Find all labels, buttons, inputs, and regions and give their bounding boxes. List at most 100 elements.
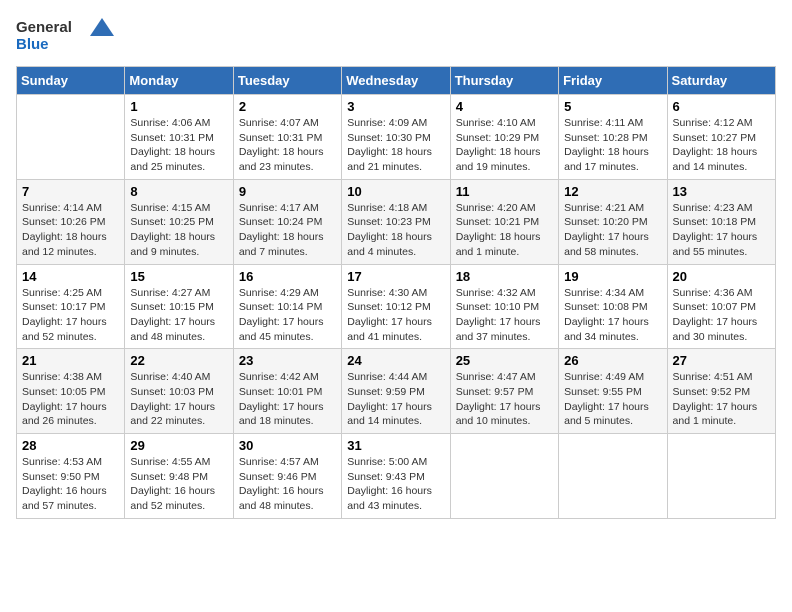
calendar-week-row: 1 Sunrise: 4:06 AM Sunset: 10:31 PM Dayli… (17, 95, 776, 180)
day-number: 3 (347, 99, 444, 114)
calendar-cell: 7Sunrise: 4:14 AM Sunset: 10:26 PM Dayli… (17, 179, 125, 264)
day-number: 16 (239, 269, 336, 284)
calendar-cell: 31 Sunrise: 5:00 AM Sunset: 9:43 PM Dayli… (342, 434, 450, 519)
day-number: 15 (130, 269, 227, 284)
calendar-cell: 30Sunrise: 4:57 AM Sunset: 9:46 PM Dayli… (233, 434, 341, 519)
day-number: 9 (239, 184, 336, 199)
day-info: Sunrise: 4:18 AM Sunset: 10:23 PM Daylig… (347, 201, 444, 260)
day-number: 24 (347, 353, 444, 368)
calendar-cell: 20 Sunrise: 4:36 AM Sunset: 10:07 PM Dayl… (667, 264, 775, 349)
calendar-cell: 21Sunrise: 4:38 AM Sunset: 10:05 PM Dayl… (17, 349, 125, 434)
calendar-cell: 1 Sunrise: 4:06 AM Sunset: 10:31 PM Dayli… (125, 95, 233, 180)
day-number: 5 (564, 99, 661, 114)
calendar-cell: 25 Sunrise: 4:47 AM Sunset: 9:57 PM Dayli… (450, 349, 558, 434)
day-number: 25 (456, 353, 553, 368)
page-header: General Blue (16, 16, 776, 58)
day-number: 12 (564, 184, 661, 199)
day-info: Sunrise: 4:44 AM Sunset: 9:59 PM Dayligh… (347, 370, 444, 429)
day-info: Sunrise: 4:47 AM Sunset: 9:57 PM Dayligh… (456, 370, 553, 429)
day-info: Sunrise: 4:06 AM Sunset: 10:31 PM Daylig… (130, 116, 227, 175)
day-number: 17 (347, 269, 444, 284)
day-number: 23 (239, 353, 336, 368)
calendar-cell: 28Sunrise: 4:53 AM Sunset: 9:50 PM Dayli… (17, 434, 125, 519)
day-number: 22 (130, 353, 227, 368)
day-info: Sunrise: 4:36 AM Sunset: 10:07 PM Daylig… (673, 286, 770, 345)
svg-text:General: General (16, 19, 72, 36)
day-info: Sunrise: 4:21 AM Sunset: 10:20 PM Daylig… (564, 201, 661, 260)
svg-text:Blue: Blue (16, 36, 49, 53)
calendar-cell: 4Sunrise: 4:10 AM Sunset: 10:29 PM Dayli… (450, 95, 558, 180)
day-info: Sunrise: 4:17 AM Sunset: 10:24 PM Daylig… (239, 201, 336, 260)
column-header-monday: Monday (125, 67, 233, 95)
day-number: 4 (456, 99, 553, 114)
day-number: 27 (673, 353, 770, 368)
day-info: Sunrise: 4:07 AM Sunset: 10:31 PM Daylig… (239, 116, 336, 175)
calendar-cell (559, 434, 667, 519)
day-number: 2 (239, 99, 336, 114)
column-header-sunday: Sunday (17, 67, 125, 95)
calendar-cell: 18Sunrise: 4:32 AM Sunset: 10:10 PM Dayl… (450, 264, 558, 349)
calendar-cell: 10 Sunrise: 4:18 AM Sunset: 10:23 PM Dayl… (342, 179, 450, 264)
day-info: Sunrise: 4:29 AM Sunset: 10:14 PM Daylig… (239, 286, 336, 345)
day-number: 29 (130, 438, 227, 453)
day-number: 1 (130, 99, 227, 114)
day-number: 18 (456, 269, 553, 284)
calendar-cell: 24 Sunrise: 4:44 AM Sunset: 9:59 PM Dayli… (342, 349, 450, 434)
logo-svg: General Blue (16, 16, 116, 58)
day-number: 7 (22, 184, 119, 199)
calendar-cell: 6 Sunrise: 4:12 AM Sunset: 10:27 PM Dayli… (667, 95, 775, 180)
day-info: Sunrise: 4:20 AM Sunset: 10:21 PM Daylig… (456, 201, 553, 260)
calendar-week-row: 28Sunrise: 4:53 AM Sunset: 9:50 PM Dayli… (17, 434, 776, 519)
calendar-cell: 23Sunrise: 4:42 AM Sunset: 10:01 PM Dayl… (233, 349, 341, 434)
day-info: Sunrise: 4:49 AM Sunset: 9:55 PM Dayligh… (564, 370, 661, 429)
column-header-thursday: Thursday (450, 67, 558, 95)
calendar-cell: 3 Sunrise: 4:09 AM Sunset: 10:30 PM Dayli… (342, 95, 450, 180)
calendar-cell: 27Sunrise: 4:51 AM Sunset: 9:52 PM Dayli… (667, 349, 775, 434)
calendar-cell: 5 Sunrise: 4:11 AM Sunset: 10:28 PM Dayli… (559, 95, 667, 180)
day-info: Sunrise: 4:09 AM Sunset: 10:30 PM Daylig… (347, 116, 444, 175)
day-info: Sunrise: 4:12 AM Sunset: 10:27 PM Daylig… (673, 116, 770, 175)
calendar-cell: 2 Sunrise: 4:07 AM Sunset: 10:31 PM Dayli… (233, 95, 341, 180)
calendar-header-row: SundayMondayTuesdayWednesdayThursdayFrid… (17, 67, 776, 95)
day-number: 31 (347, 438, 444, 453)
day-number: 13 (673, 184, 770, 199)
day-info: Sunrise: 4:53 AM Sunset: 9:50 PM Dayligh… (22, 455, 119, 514)
calendar-cell: 11 Sunrise: 4:20 AM Sunset: 10:21 PM Dayl… (450, 179, 558, 264)
day-number: 14 (22, 269, 119, 284)
calendar-cell (450, 434, 558, 519)
calendar-cell: 12 Sunrise: 4:21 AM Sunset: 10:20 PM Dayl… (559, 179, 667, 264)
calendar-cell: 13 Sunrise: 4:23 AM Sunset: 10:18 PM Dayl… (667, 179, 775, 264)
calendar-week-row: 21Sunrise: 4:38 AM Sunset: 10:05 PM Dayl… (17, 349, 776, 434)
calendar-cell: 9 Sunrise: 4:17 AM Sunset: 10:24 PM Dayli… (233, 179, 341, 264)
day-info: Sunrise: 4:23 AM Sunset: 10:18 PM Daylig… (673, 201, 770, 260)
day-number: 19 (564, 269, 661, 284)
day-number: 11 (456, 184, 553, 199)
calendar-cell: 19 Sunrise: 4:34 AM Sunset: 10:08 PM Dayl… (559, 264, 667, 349)
day-info: Sunrise: 4:30 AM Sunset: 10:12 PM Daylig… (347, 286, 444, 345)
day-info: Sunrise: 4:27 AM Sunset: 10:15 PM Daylig… (130, 286, 227, 345)
calendar-cell: 17 Sunrise: 4:30 AM Sunset: 10:12 PM Dayl… (342, 264, 450, 349)
column-header-friday: Friday (559, 67, 667, 95)
calendar-cell: 14 Sunrise: 4:25 AM Sunset: 10:17 PM Dayl… (17, 264, 125, 349)
day-number: 8 (130, 184, 227, 199)
calendar-cell: 29 Sunrise: 4:55 AM Sunset: 9:48 PM Dayli… (125, 434, 233, 519)
day-info: Sunrise: 5:00 AM Sunset: 9:43 PM Dayligh… (347, 455, 444, 514)
day-info: Sunrise: 4:34 AM Sunset: 10:08 PM Daylig… (564, 286, 661, 345)
day-info: Sunrise: 4:40 AM Sunset: 10:03 PM Daylig… (130, 370, 227, 429)
calendar-cell (667, 434, 775, 519)
calendar-week-row: 14 Sunrise: 4:25 AM Sunset: 10:17 PM Dayl… (17, 264, 776, 349)
column-header-tuesday: Tuesday (233, 67, 341, 95)
day-info: Sunrise: 4:11 AM Sunset: 10:28 PM Daylig… (564, 116, 661, 175)
day-info: Sunrise: 4:25 AM Sunset: 10:17 PM Daylig… (22, 286, 119, 345)
day-number: 10 (347, 184, 444, 199)
calendar-cell: 8 Sunrise: 4:15 AM Sunset: 10:25 PM Dayli… (125, 179, 233, 264)
day-number: 6 (673, 99, 770, 114)
calendar-table: SundayMondayTuesdayWednesdayThursdayFrid… (16, 66, 776, 519)
column-header-saturday: Saturday (667, 67, 775, 95)
day-info: Sunrise: 4:55 AM Sunset: 9:48 PM Dayligh… (130, 455, 227, 514)
day-number: 20 (673, 269, 770, 284)
calendar-cell: 22 Sunrise: 4:40 AM Sunset: 10:03 PM Dayl… (125, 349, 233, 434)
day-number: 21 (22, 353, 119, 368)
day-info: Sunrise: 4:15 AM Sunset: 10:25 PM Daylig… (130, 201, 227, 260)
calendar-week-row: 7Sunrise: 4:14 AM Sunset: 10:26 PM Dayli… (17, 179, 776, 264)
